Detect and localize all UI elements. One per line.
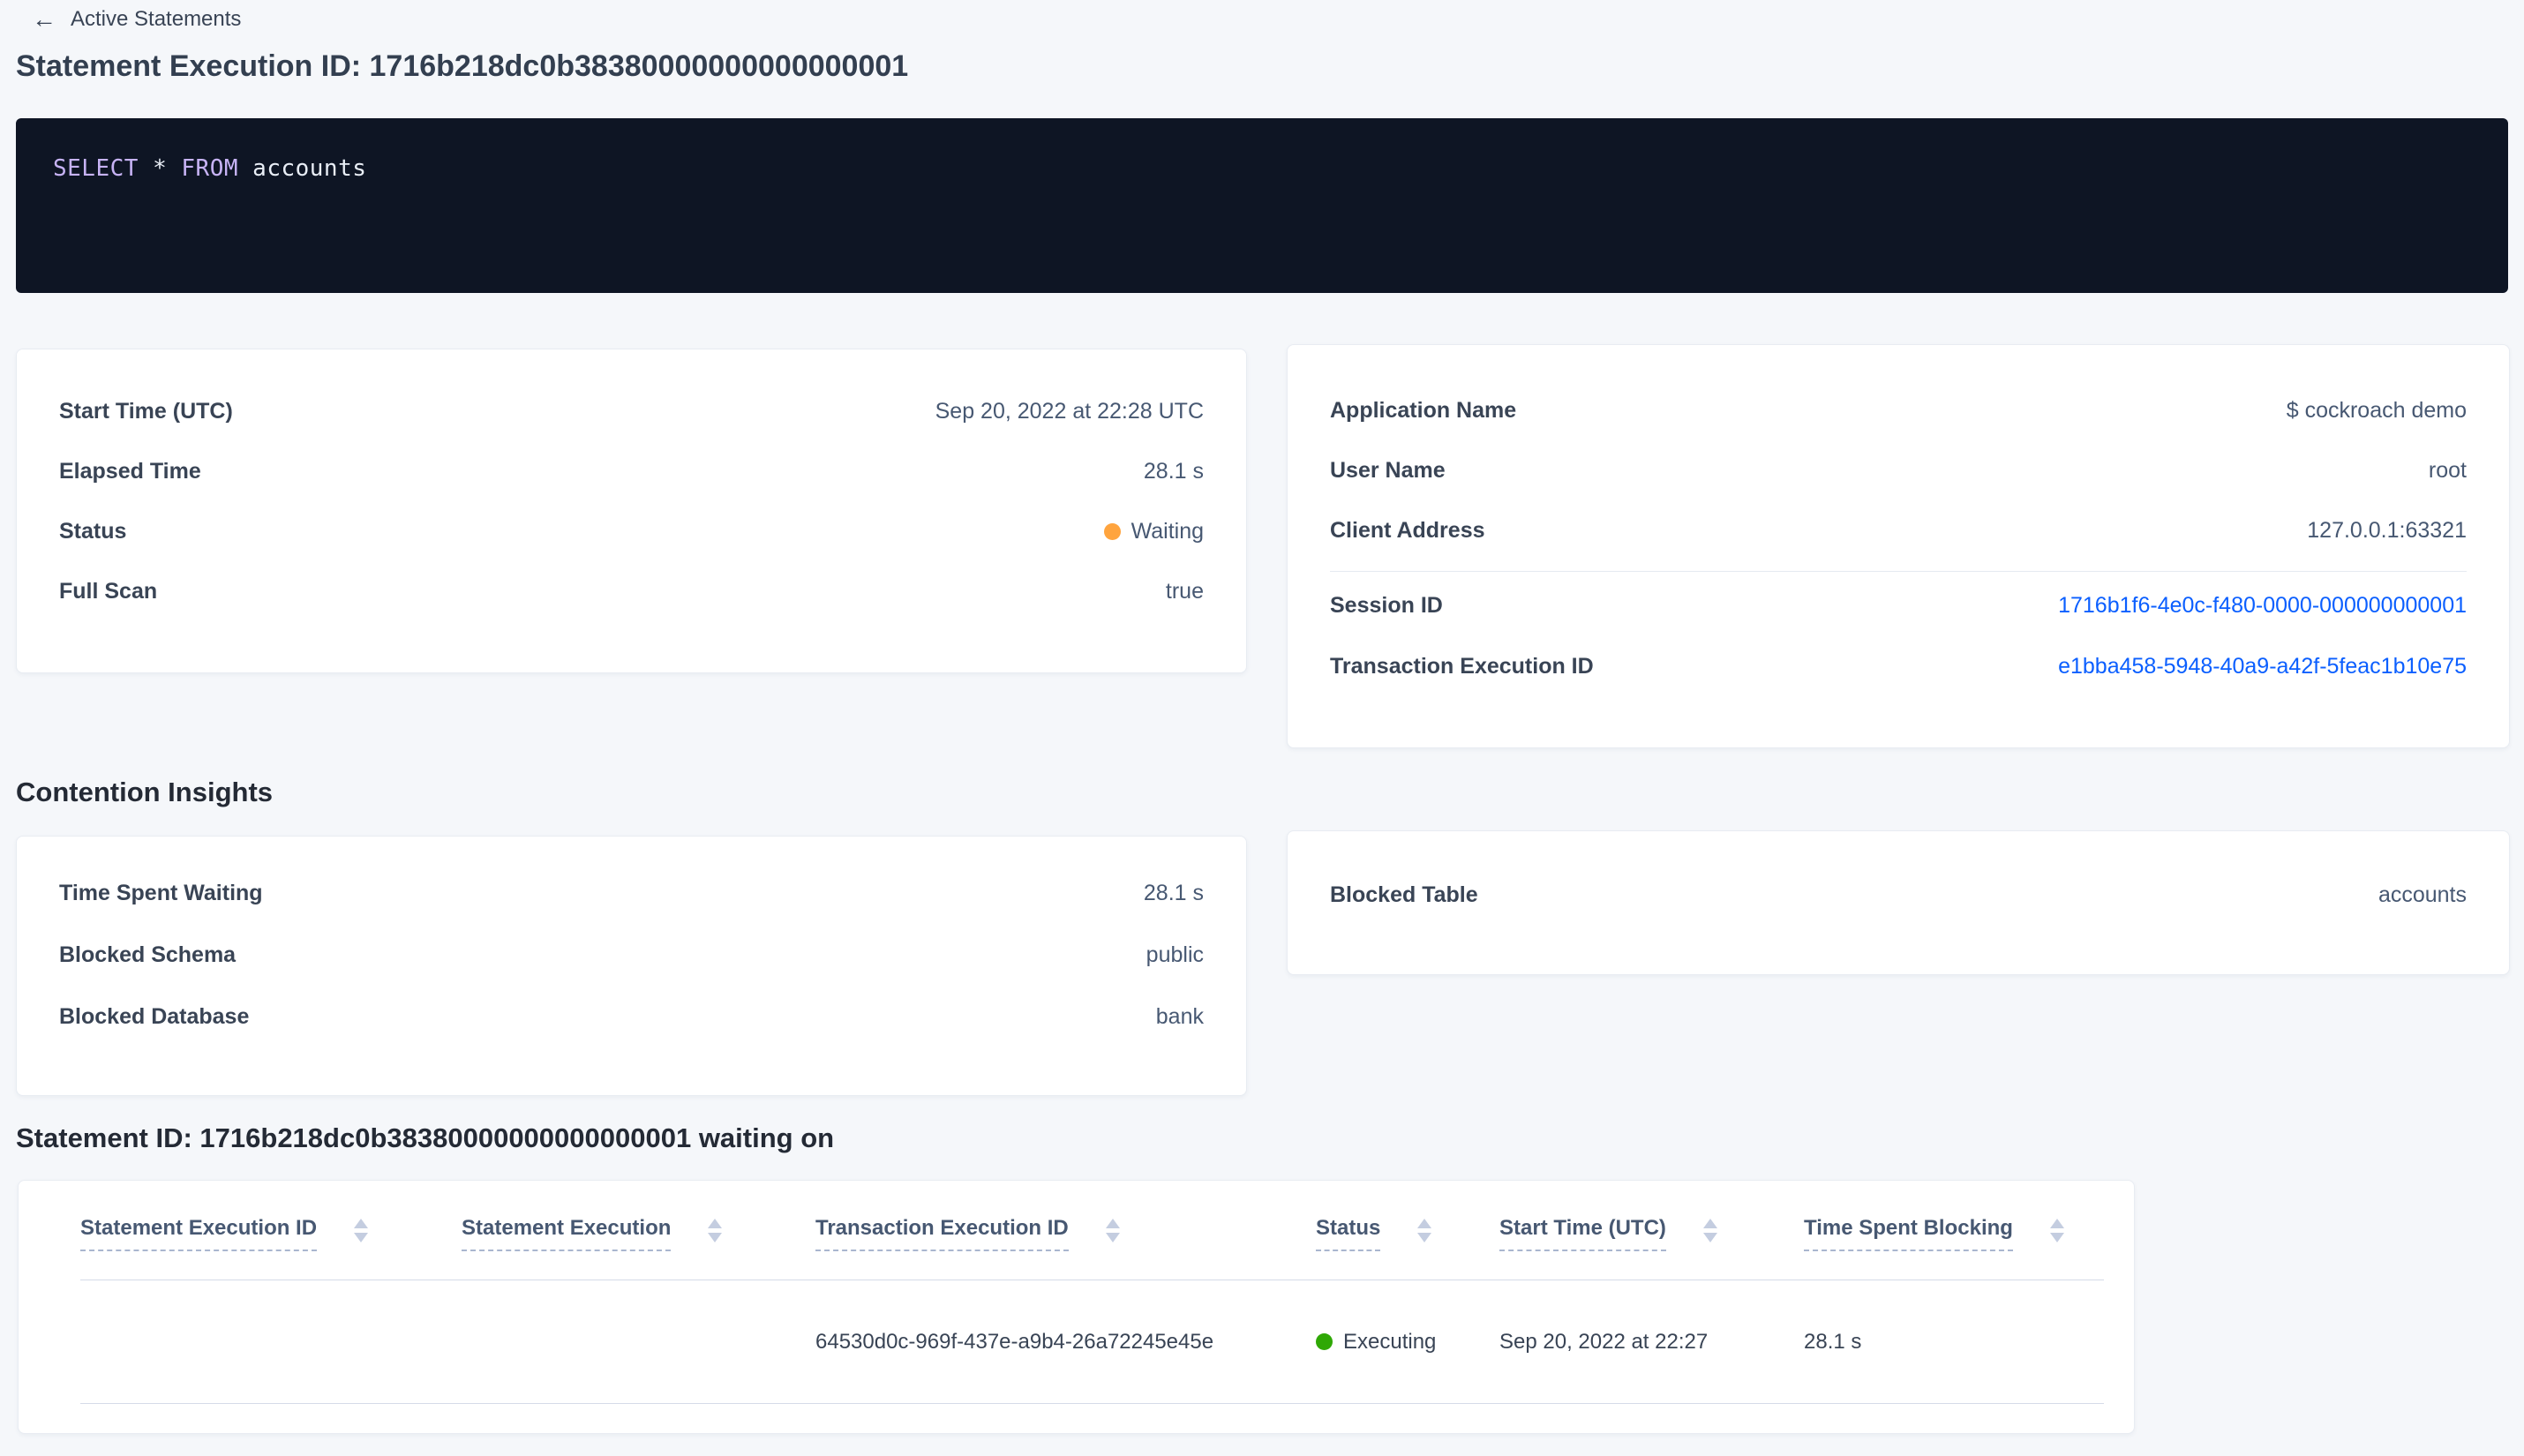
kv-value: bank <box>1155 1003 1204 1029</box>
kv-label: Application Name <box>1330 397 1517 423</box>
kv-value: root <box>2428 457 2467 483</box>
waiting-on-table-card: Statement Execution ID Statement Executi… <box>18 1180 2135 1434</box>
sort-down-arrow-icon <box>708 1233 723 1242</box>
cell-start-time: Sep 20, 2022 at 22:27 <box>1499 1329 1709 1354</box>
sql-query-text: SELECT * FROM accounts <box>53 155 366 182</box>
column-header-status[interactable]: Status <box>1316 1216 1499 1280</box>
contention-left-card: Time Spent Waiting 28.1 s Blocked Schema… <box>16 836 1247 1096</box>
kv-label: Blocked Database <box>59 1003 250 1029</box>
sort-up-arrow-icon <box>354 1219 369 1228</box>
kv-label: Elapsed Time <box>59 458 201 484</box>
transaction-execution-id-link[interactable]: e1bba458-5948-40a9-a42f-5feac1b10e75 <box>2058 654 2467 679</box>
sort-down-arrow-icon <box>354 1233 369 1242</box>
executing-status-dot-icon <box>1316 1333 1333 1350</box>
table-header-row: Statement Execution ID Statement Executi… <box>80 1181 2104 1280</box>
sort-up-arrow-icon <box>2049 1219 2064 1228</box>
column-header-label[interactable]: Statement Execution ID <box>80 1216 318 1251</box>
column-header-transaction-execution-id[interactable]: Transaction Execution ID <box>815 1216 1316 1280</box>
kv-value: 28.1 s <box>1143 458 1204 484</box>
session-id-row: Session ID 1716b1f6-4e0c-f480-0000-00000… <box>1330 586 2467 625</box>
sort-down-arrow-icon <box>1702 1233 1717 1242</box>
status-text: Waiting <box>1131 518 1204 544</box>
sort-icon[interactable] <box>2049 1219 2064 1242</box>
kv-label: Status <box>59 518 127 544</box>
sort-up-arrow-icon <box>1417 1219 1432 1228</box>
kv-label: Client Address <box>1330 517 1485 543</box>
status-row: Status Waiting <box>59 512 1204 551</box>
column-header-label[interactable]: Transaction Execution ID <box>815 1216 1069 1251</box>
cell-transaction-execution-id: 64530d0c-969f-437e-a9b4-26a72245e45e <box>815 1329 1214 1354</box>
kv-value: true <box>1165 578 1204 604</box>
back-to-active-statements-link[interactable]: ← Active Statements <box>32 7 241 32</box>
column-header-start-time[interactable]: Start Time (UTC) <box>1499 1216 1804 1280</box>
statement-execution-details-page: ← Active Statements Statement Execution … <box>0 0 2524 1456</box>
status-text: Executing <box>1343 1329 1437 1354</box>
user-name-row: User Name root <box>1330 451 2467 490</box>
contention-insights-heading: Contention Insights <box>16 777 274 807</box>
card-divider <box>1330 571 2467 572</box>
blocked-table-row: Blocked Table accounts <box>1330 875 2467 914</box>
page-title: Statement Execution ID: 1716b218dc0b3838… <box>16 49 909 83</box>
client-address-row: Client Address 127.0.0.1:63321 <box>1330 511 2467 550</box>
elapsed-time-row: Elapsed Time 28.1 s <box>59 452 1204 491</box>
sort-up-arrow-icon <box>708 1219 723 1228</box>
waiting-status-dot-icon <box>1103 522 1121 540</box>
kv-label: Start Time (UTC) <box>59 398 233 424</box>
sql-star: * <box>138 155 182 182</box>
session-info-card: Application Name $ cockroach demo User N… <box>1287 344 2510 748</box>
kv-value: public <box>1146 942 1204 967</box>
sort-down-arrow-icon <box>1105 1233 1120 1242</box>
kv-label: Time Spent Waiting <box>59 880 263 905</box>
full-scan-row: Full Scan true <box>59 572 1204 611</box>
column-header-time-spent-blocking[interactable]: Time Spent Blocking <box>1804 1216 2106 1280</box>
sql-keyword-select: SELECT <box>53 155 139 182</box>
kv-value: Sep 20, 2022 at 22:28 UTC <box>935 398 1204 424</box>
kv-label: Blocked Schema <box>59 942 237 967</box>
kv-value: accounts <box>2378 882 2467 907</box>
cell-time-spent-blocking: 28.1 s <box>1804 1329 1862 1354</box>
status-value: Waiting <box>1103 518 1204 544</box>
back-link-label: Active Statements <box>71 7 242 31</box>
kv-value: 28.1 s <box>1143 880 1204 905</box>
start-time-row: Start Time (UTC) Sep 20, 2022 at 22:28 U… <box>59 392 1204 431</box>
sql-table-name: accounts <box>238 155 367 182</box>
column-header-statement-execution[interactable]: Statement Execution <box>462 1216 815 1280</box>
cell-status: Executing <box>1316 1330 1499 1355</box>
kv-label: Session ID <box>1330 592 1443 618</box>
session-id-link[interactable]: 1716b1f6-4e0c-f480-0000-000000000001 <box>2058 593 2467 619</box>
kv-label: Transaction Execution ID <box>1330 653 1594 679</box>
sort-up-arrow-icon <box>1105 1219 1120 1228</box>
sort-icon[interactable] <box>1105 1219 1120 1242</box>
column-header-label[interactable]: Start Time (UTC) <box>1499 1216 1666 1251</box>
blocked-schema-row: Blocked Schema public <box>59 935 1204 974</box>
column-header-label[interactable]: Statement Execution <box>462 1216 672 1251</box>
application-name-row: Application Name $ cockroach demo <box>1330 391 2467 430</box>
sort-icon[interactable] <box>1417 1219 1432 1242</box>
sql-statement-box: SELECT * FROM accounts <box>16 118 2508 293</box>
kv-label: Blocked Table <box>1330 882 1478 907</box>
sort-down-arrow-icon <box>1417 1233 1432 1242</box>
execution-overview-card: Start Time (UTC) Sep 20, 2022 at 22:28 U… <box>16 349 1247 673</box>
sort-down-arrow-icon <box>2049 1233 2064 1242</box>
time-spent-waiting-row: Time Spent Waiting 28.1 s <box>59 874 1204 912</box>
sort-icon[interactable] <box>1702 1219 1717 1242</box>
column-header-label[interactable]: Status <box>1316 1216 1381 1251</box>
sql-keyword-from: FROM <box>181 155 239 182</box>
column-header-label[interactable]: Time Spent Blocking <box>1804 1216 2013 1251</box>
kv-value: $ cockroach demo <box>2286 397 2467 423</box>
transaction-execution-id-row: Transaction Execution ID e1bba458-5948-4… <box>1330 647 2467 686</box>
kv-label: Full Scan <box>59 578 158 604</box>
blocked-database-row: Blocked Database bank <box>59 997 1204 1036</box>
column-header-statement-execution-id[interactable]: Statement Execution ID <box>80 1216 462 1280</box>
contention-right-card: Blocked Table accounts <box>1287 830 2510 975</box>
sort-icon[interactable] <box>354 1219 369 1242</box>
table-row: 64530d0c-969f-437e-a9b4-26a72245e45e Exe… <box>80 1280 2104 1404</box>
sort-icon[interactable] <box>708 1219 723 1242</box>
sort-up-arrow-icon <box>1702 1219 1717 1228</box>
kv-label: User Name <box>1330 457 1446 483</box>
waiting-on-heading: Statement ID: 1716b218dc0b38380000000000… <box>16 1122 835 1153</box>
back-arrow-icon: ← <box>32 5 56 33</box>
kv-value: 127.0.0.1:63321 <box>2307 517 2467 543</box>
